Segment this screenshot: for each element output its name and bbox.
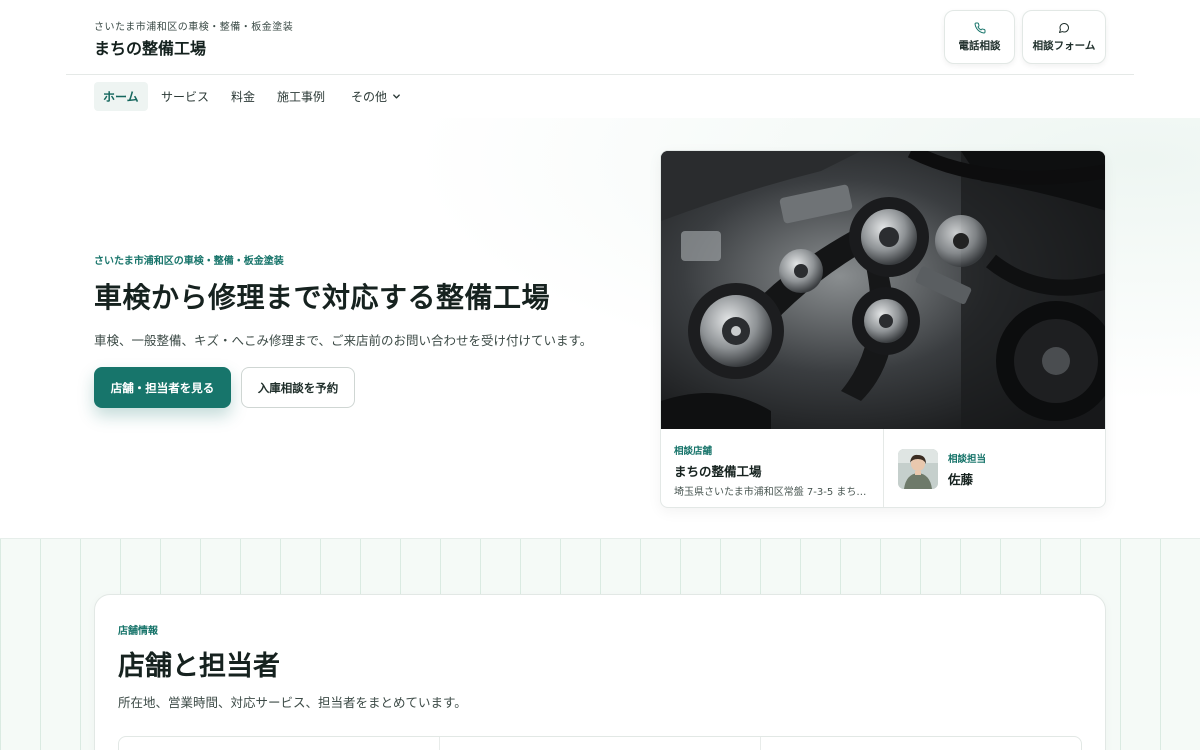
info-grid-cell: [119, 737, 440, 750]
nav-item-services[interactable]: サービス: [152, 82, 218, 111]
staff-label: 相談担当: [948, 454, 987, 465]
store-summary-card: 相談店舗 まちの整備工場 埼玉県さいたま市浦和区常盤 7-3-5 まちの整備工場…: [660, 150, 1106, 508]
phone-consult-label: 電話相談: [958, 39, 1001, 52]
view-store-staff-button[interactable]: 店舗・担当者を見る: [94, 367, 231, 408]
nav-item-home[interactable]: ホーム: [94, 82, 148, 111]
nav-item-label: その他: [351, 90, 388, 104]
nav-item-cases[interactable]: 施工事例: [268, 82, 334, 111]
header-divider: [66, 74, 1134, 75]
site-header: さいたま市浦和区の車検・整備・板金塗装 まちの整備工場 電話相談 相談フォーム …: [0, 0, 1200, 118]
section-eyebrow: 店舗情報: [118, 626, 158, 637]
phone-consult-button[interactable]: 電話相談: [944, 10, 1015, 64]
staff-name: 佐藤: [948, 472, 974, 487]
card-divider: [883, 429, 884, 507]
info-grid-cell: [440, 737, 761, 750]
shop-label: 相談店舗: [674, 446, 713, 457]
nav-item-label: ホーム: [103, 90, 139, 104]
nav-item-label: 料金: [231, 90, 256, 104]
nav-item-label: 施工事例: [277, 90, 326, 104]
shop-name: まちの整備工場: [674, 464, 762, 479]
engine-photo: [661, 151, 1105, 429]
site-tagline: さいたま市浦和区の車検・整備・板金塗装: [94, 22, 294, 33]
hero-description: 車検、一般整備、キズ・へこみ修理まで、ご来店前のお問い合わせを受け付けています。: [94, 333, 593, 348]
staff-photo: [898, 449, 938, 489]
info-grid-cell: [761, 737, 1081, 750]
chat-bubble-icon: [1059, 22, 1070, 33]
avatar: [898, 449, 938, 489]
shop-address: 埼玉県さいたま市浦和区常盤 7-3-5 まちの整備工場: [674, 487, 874, 498]
consult-form-button[interactable]: 相談フォーム: [1022, 10, 1106, 64]
consult-form-label: 相談フォーム: [1032, 39, 1096, 52]
nav-item-pricing[interactable]: 料金: [222, 82, 264, 111]
nav-item-more[interactable]: その他: [342, 82, 410, 111]
chevron-down-icon: [393, 94, 400, 99]
section-title: 店舗と担当者: [118, 651, 280, 682]
book-consultation-button[interactable]: 入庫相談を予約: [241, 367, 355, 408]
hero-title: 車検から修理まで対応する整備工場: [94, 281, 551, 314]
hero-eyebrow: さいたま市浦和区の車検・整備・板金塗装: [94, 256, 284, 267]
nav-item-label: サービス: [161, 90, 210, 104]
phone-icon: [974, 21, 986, 33]
site-title[interactable]: まちの整備工場: [94, 35, 206, 59]
section-description: 所在地、営業時間、対応サービス、担当者をまとめています。: [118, 695, 467, 710]
store-info-grid: [118, 736, 1082, 750]
